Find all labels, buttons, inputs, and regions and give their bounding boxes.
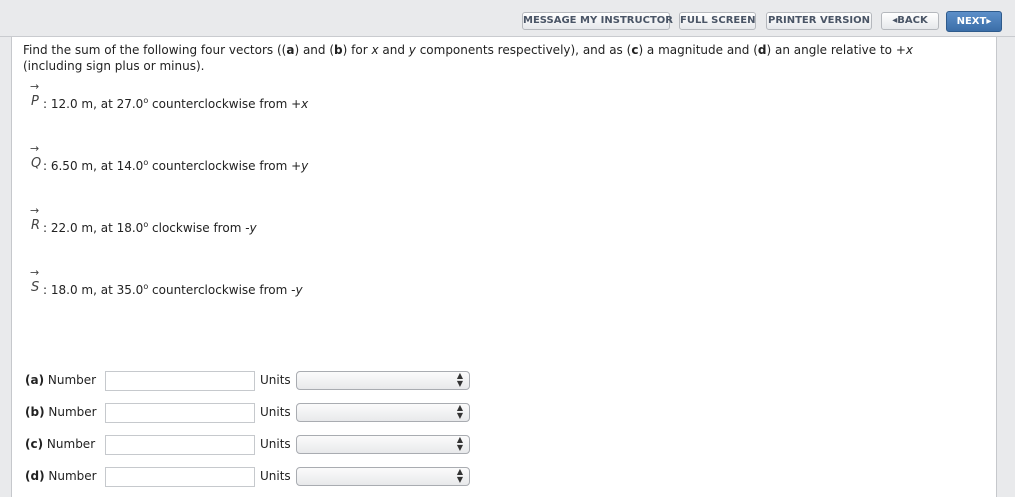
arrow-right-icon: → bbox=[30, 80, 40, 93]
vector-description: : 18.0 m, at 35.0o counterclockwise from… bbox=[43, 282, 303, 297]
vector-description: : 22.0 m, at 18.0o clockwise from -y bbox=[43, 220, 257, 235]
full-screen-button[interactable]: FULL SCREEN bbox=[679, 12, 756, 30]
question-panel: Find the sum of the following four vecto… bbox=[11, 37, 997, 497]
units-select-b[interactable]: ▲ ▼ bbox=[296, 403, 470, 422]
vector-letter: S bbox=[31, 280, 40, 295]
units-select-c[interactable]: ▲ ▼ bbox=[296, 435, 470, 454]
arrow-right-icon: → bbox=[30, 204, 40, 217]
answer-label: (d) Number bbox=[25, 469, 97, 483]
up-down-caret-icon: ▲ ▼ bbox=[456, 371, 463, 388]
number-input-c[interactable] bbox=[105, 435, 255, 455]
arrow-right-icon: → bbox=[30, 142, 40, 155]
units-label: Units bbox=[260, 469, 291, 483]
number-input-b[interactable] bbox=[105, 403, 255, 423]
units-label: Units bbox=[260, 373, 291, 387]
question-prompt: Find the sum of the following four vecto… bbox=[23, 43, 913, 73]
number-input-d[interactable] bbox=[105, 467, 255, 487]
up-down-caret-icon: ▲ ▼ bbox=[456, 435, 463, 452]
vector-letter: R bbox=[31, 218, 41, 233]
full-screen-label: FULL SCREEN bbox=[680, 15, 756, 26]
units-label: Units bbox=[260, 405, 291, 419]
vector-letter: P bbox=[31, 94, 39, 109]
up-down-caret-icon: ▲ ▼ bbox=[456, 467, 463, 484]
units-select-a[interactable]: ▲ ▼ bbox=[296, 371, 470, 390]
vector-description: : 12.0 m, at 27.0o counterclockwise from… bbox=[43, 96, 309, 111]
chevron-right-icon: ▸ bbox=[986, 16, 992, 27]
vector-letter: Q bbox=[31, 156, 42, 171]
next-label: NEXT bbox=[956, 16, 987, 27]
number-input-a[interactable] bbox=[105, 371, 255, 391]
back-label: BACK bbox=[897, 15, 928, 26]
message-instructor-label: MESSAGE MY INSTRUCTOR bbox=[523, 15, 673, 26]
units-label: Units bbox=[260, 437, 291, 451]
answer-label: (b) Number bbox=[25, 405, 97, 419]
back-button[interactable]: ◂BACK bbox=[881, 12, 939, 30]
vector-description: : 6.50 m, at 14.0o counterclockwise from… bbox=[43, 158, 309, 173]
printer-version-label: PRINTER VERSION bbox=[767, 15, 871, 26]
arrow-right-icon: → bbox=[30, 266, 40, 279]
answer-label: (a) Number bbox=[25, 373, 97, 387]
up-down-caret-icon: ▲ ▼ bbox=[456, 403, 463, 420]
printer-version-button[interactable]: PRINTER VERSION bbox=[766, 12, 872, 30]
message-instructor-button[interactable]: MESSAGE MY INSTRUCTOR bbox=[522, 12, 673, 30]
answer-label: (c) Number bbox=[25, 437, 96, 451]
units-select-d[interactable]: ▲ ▼ bbox=[296, 467, 470, 486]
toolbar: MESSAGE MY INSTRUCTOR FULL SCREEN PRINTE… bbox=[0, 0, 1015, 37]
next-button[interactable]: NEXT▸ bbox=[946, 11, 1002, 32]
